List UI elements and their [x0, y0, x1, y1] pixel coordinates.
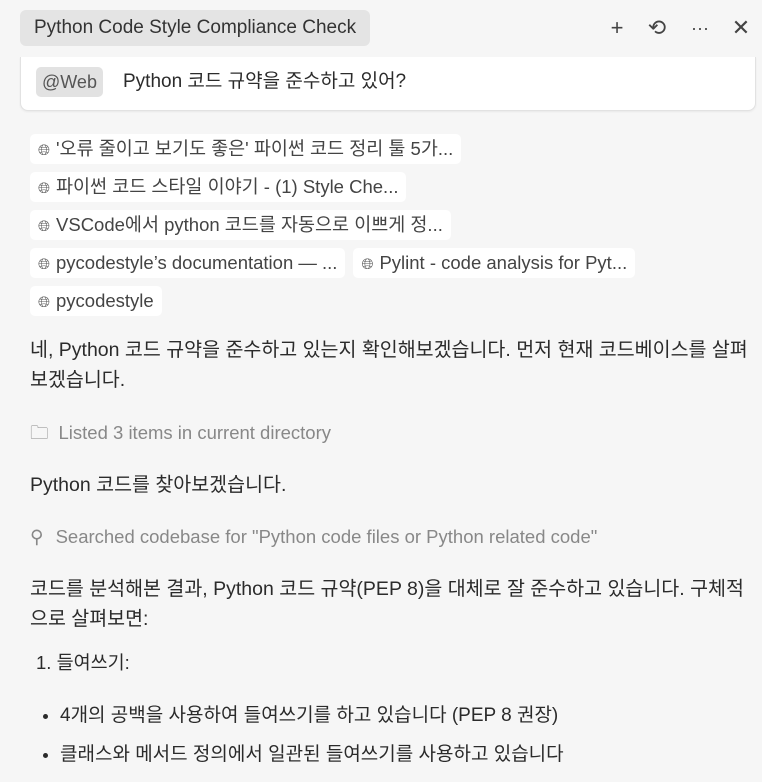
listed-text: Listed 3 items in current directory — [58, 422, 331, 443]
user-message[interactable]: @Web Python 코드 규약을 준수하고 있어? — [20, 57, 756, 111]
result-text: 코드를 분석해본 결과, Python 코드 규약(PEP 8)을 대체로 잘 … — [30, 578, 744, 630]
listed-dir-step[interactable]: 🗀 Listed 3 items in current directory — [30, 418, 750, 448]
search-text: Searched codebase for "Python code files… — [55, 526, 598, 547]
globe-icon: 🌐︎ — [361, 256, 374, 273]
globe-icon: 🌐︎ — [38, 180, 51, 197]
history-icon[interactable]: ⟲ — [643, 14, 671, 42]
bullet-item: 4개의 공백을 사용하여 들여쓰기를 하고 있습니다 (PEP 8 권장) — [60, 696, 750, 735]
web-mention-chip[interactable]: @Web — [36, 67, 103, 97]
source-title: pycodestyle — [56, 290, 154, 311]
plus-icon[interactable]: + — [603, 14, 631, 42]
folder-icon: 🗀 — [30, 422, 49, 443]
source-chip[interactable]: 🌐︎ Pylint - code analysis for Pyt... — [353, 248, 636, 278]
search-icon: ⚲ — [30, 526, 44, 547]
source-title: pycodestyle’s documentation — ... — [56, 252, 338, 273]
bullet-list: 4개의 공백을 사용하여 들여쓰기를 하고 있습니다 (PEP 8 권장) 클래… — [30, 696, 750, 774]
globe-icon: 🌐︎ — [38, 218, 51, 235]
source-chip[interactable]: 🌐︎ VSCode에서 python 코드를 자동으로 이쁘게 정... — [30, 210, 451, 240]
source-chip[interactable]: 🌐︎ pycodestyle — [30, 286, 162, 316]
chat-title[interactable]: Python Code Style Compliance Check — [20, 10, 371, 46]
source-chip[interactable]: 🌐︎ 파이썬 코드 스타일 이야기 - (1) Style Che... — [30, 172, 407, 202]
web-sources: 🌐︎ '오류 줄이고 보기도 좋은' 파이썬 코드 정리 툴 5가... 🌐︎ 파이… — [30, 134, 750, 324]
close-icon[interactable]: ✕ — [727, 14, 755, 42]
source-title: VSCode에서 python 코드를 자동으로 이쁘게 정... — [56, 214, 443, 235]
find-text: Python 코드를 찾아보겠습니다. — [30, 474, 287, 496]
search-step[interactable]: ⚲ Searched codebase for "Python code file… — [30, 522, 750, 552]
source-title: 파이썬 코드 스타일 이야기 - (1) Style Che... — [56, 176, 399, 197]
bullet-item: 클래스와 메서드 정의에서 일관된 들여쓰기를 사용하고 있습니다 — [60, 735, 750, 774]
globe-icon: 🌐︎ — [38, 294, 51, 311]
assistant-intro: 네, Python 코드 규약을 준수하고 있는지 확인해보겠습니다. 먼저 현… — [30, 339, 748, 391]
globe-icon: 🌐︎ — [38, 142, 51, 159]
source-title: Pylint - code analysis for Pyt... — [379, 252, 628, 273]
user-query: Python 코드 규약을 준수하고 있어? — [123, 71, 407, 92]
list-item-heading: 1. 들여쓰기: — [36, 652, 130, 673]
more-icon[interactable]: ··· — [686, 14, 714, 42]
source-title: '오류 줄이고 보기도 좋은' 파이썬 코드 정리 툴 5가... — [56, 138, 454, 159]
globe-icon: 🌐︎ — [38, 256, 51, 273]
source-chip[interactable]: 🌐︎ pycodestyle’s documentation — ... — [30, 248, 346, 278]
source-chip[interactable]: 🌐︎ '오류 줄이고 보기도 좋은' 파이썬 코드 정리 툴 5가... — [30, 134, 462, 164]
